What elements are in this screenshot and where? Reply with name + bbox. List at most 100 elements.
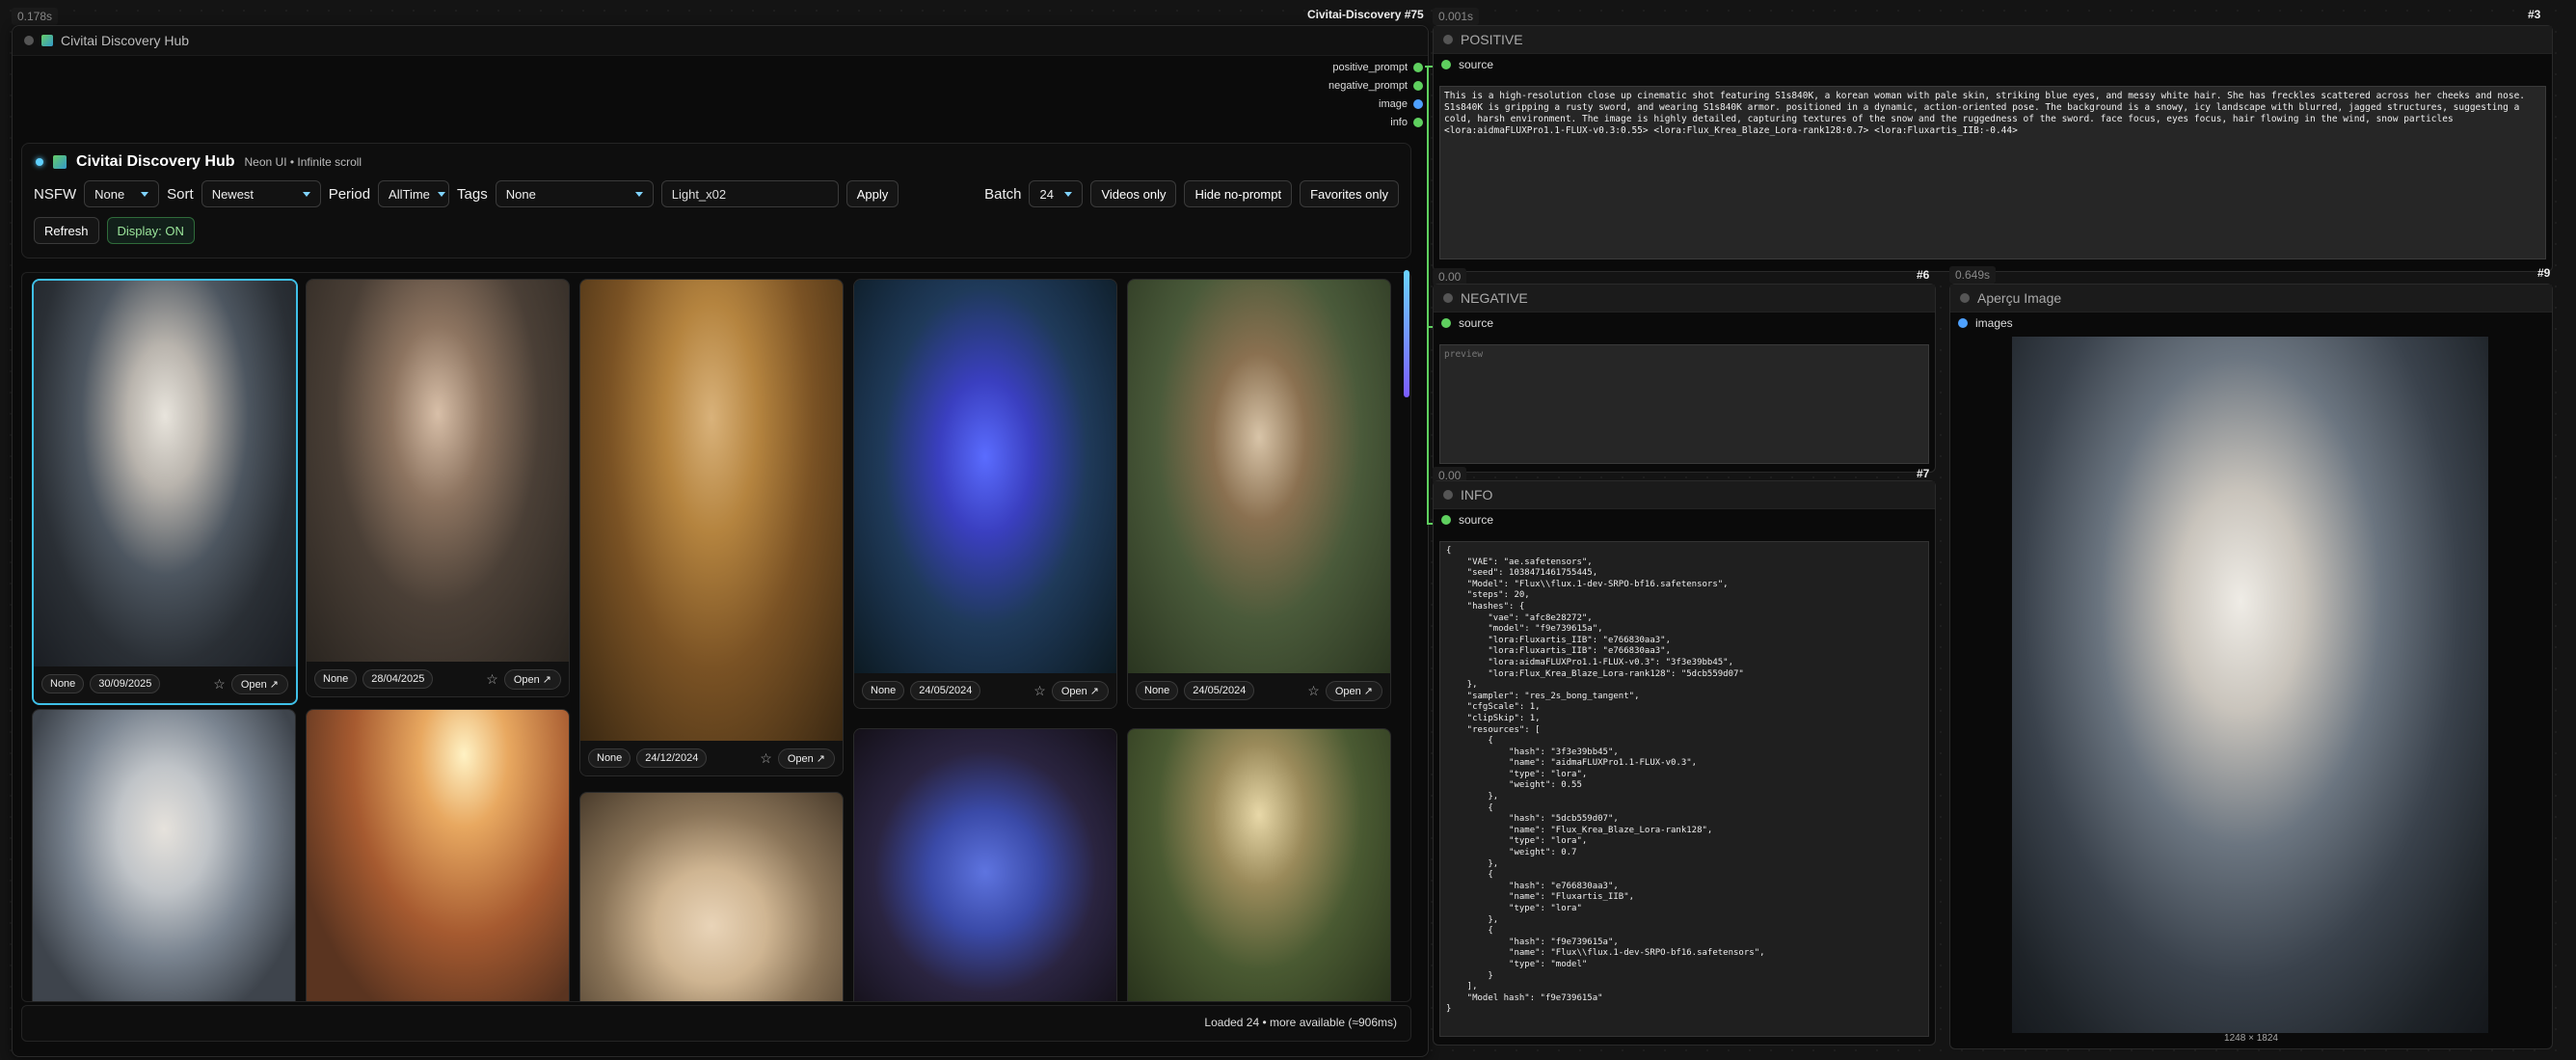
grid-scrollbar[interactable] [1404,270,1409,397]
refresh-button[interactable]: Refresh [34,217,99,244]
preview-image[interactable] [2012,337,2488,1033]
star-icon[interactable]: ☆ [213,676,226,693]
batch-label: Batch [984,185,1022,203]
apply-button[interactable]: Apply [845,180,899,207]
image-card[interactable] [306,709,570,1001]
nsfw-badge: None [314,669,358,689]
favorites-only-button[interactable]: Favorites only [1300,180,1399,207]
hide-no-prompt-button[interactable]: Hide no-prompt [1184,180,1293,207]
input-socket-icon[interactable] [1441,60,1451,69]
image-card[interactable]: None 24/12/2024 ☆ Open ↗ [579,279,844,776]
output-positive-prompt[interactable]: positive_prompt [1273,58,1423,76]
image-card[interactable] [853,728,1117,1001]
info-node[interactable]: INFO source { "VAE": "ae.safetensors", "… [1433,480,1936,1046]
info-node-title: INFO [1461,487,1493,503]
main-node-badge: Civitai-Discovery #75 [1307,8,1424,21]
period-label: Period [328,185,371,203]
negative-node[interactable]: NEGATIVE source preview [1433,284,1936,473]
chevron-down-icon [141,191,149,197]
open-button[interactable]: Open ↗ [777,747,835,769]
chevron-down-icon [437,191,445,197]
tags-label: Tags [457,185,488,203]
hub-subtitle: Neon UI • Infinite scroll [244,155,362,169]
image-card[interactable]: None 24/05/2024 ☆ Open ↗ [1127,279,1391,709]
input-socket-icon[interactable] [1958,318,1968,328]
info-json-textarea[interactable]: { "VAE": "ae.safetensors", "seed": 10384… [1439,541,1929,1037]
main-node-title: Civitai Discovery Hub [61,33,190,48]
star-icon[interactable]: ☆ [760,750,772,767]
card-thumbnail[interactable] [307,710,569,1001]
card-thumbnail[interactable] [580,280,843,741]
batch-select[interactable]: 24 [1029,180,1084,207]
negative-node-title: NEGATIVE [1461,290,1528,306]
open-button[interactable]: Open ↗ [1325,680,1382,701]
positive-prompt-textarea[interactable]: This is a high-resolution close up cinem… [1439,86,2546,259]
preview-timing: 0.649s [1949,266,1997,284]
image-card[interactable]: None 28/04/2025 ☆ Open ↗ [306,279,570,697]
status-text: Loaded 24 • more available (≈906ms) [1204,1016,1397,1029]
preview-input-label: images [1975,316,2013,330]
positive-node[interactable]: POSITIVE source This is a high-resolutio… [1433,25,2553,272]
card-thumbnail[interactable] [1128,729,1390,1001]
node-collapse-dot[interactable] [24,36,34,45]
hub-panel: Civitai Discovery Hub Neon UI • Infinite… [21,143,1411,258]
output-image[interactable]: image [1273,95,1423,113]
main-node-header[interactable]: Civitai Discovery Hub [13,26,1428,56]
card-thumbnail[interactable] [34,281,296,666]
image-grid[interactable]: None 30/09/2025 ☆ Open ↗ None 28/04/2025… [21,272,1411,1002]
date-badge: 28/04/2025 [362,669,434,689]
display-toggle[interactable]: Display: ON [106,217,195,244]
preview-node[interactable]: Aperçu Image images 1248 × 1824 [1949,284,2553,1049]
input-socket-icon[interactable] [1441,515,1451,525]
node-collapse-dot[interactable] [1443,293,1453,303]
open-button[interactable]: Open ↗ [230,673,288,694]
image-card[interactable] [32,709,296,1001]
output-socket-icon [1413,98,1423,109]
tags-select[interactable]: None [495,180,654,207]
image-card[interactable]: None 24/05/2024 ☆ Open ↗ [853,279,1117,709]
nsfw-select[interactable]: None [84,180,160,207]
info-source-label: source [1459,513,1494,527]
period-select[interactable]: AllTime [378,180,450,207]
output-socket-icon [1413,80,1423,91]
nsfw-label: NSFW [34,185,77,203]
videos-only-button[interactable]: Videos only [1090,180,1177,207]
node-collapse-dot[interactable] [1443,35,1453,44]
card-thumbnail[interactable] [854,280,1116,673]
info-node-badge: #7 [1917,467,1930,480]
neon-dot-icon [36,158,43,166]
node-icon [41,35,53,46]
open-button[interactable]: Open ↗ [1051,680,1109,701]
card-thumbnail[interactable] [33,710,295,1001]
card-thumbnail[interactable] [1128,280,1390,673]
node-collapse-dot[interactable] [1443,490,1453,500]
star-icon[interactable]: ☆ [1033,683,1046,699]
output-negative-prompt[interactable]: negative_prompt [1273,76,1423,95]
card-thumbnail[interactable] [854,729,1116,1001]
date-badge: 30/09/2025 [90,674,161,693]
star-icon[interactable]: ☆ [1307,683,1320,699]
card-thumbnail[interactable] [307,280,569,662]
search-input[interactable]: Light_x02 [660,180,839,207]
chevron-down-icon [634,191,643,197]
output-info[interactable]: info [1273,113,1423,131]
positive-node-badge: #3 [2528,8,2541,21]
preview-node-title: Aperçu Image [1977,290,2062,306]
open-button[interactable]: Open ↗ [503,668,561,690]
main-node-outputs: positive_prompt negative_prompt image in… [1273,58,1423,131]
output-socket-icon [1413,62,1423,72]
star-icon[interactable]: ☆ [486,671,498,688]
node-collapse-dot[interactable] [1960,293,1970,303]
negative-prompt-textarea[interactable]: preview [1439,344,1929,464]
input-socket-icon[interactable] [1441,318,1451,328]
image-card[interactable] [1127,728,1391,1001]
card-footer: None 24/12/2024 ☆ Open ↗ [580,741,843,775]
status-bar: Loaded 24 • more available (≈906ms) [21,1005,1411,1042]
negative-source-label: source [1459,316,1494,330]
hub-title: Civitai Discovery Hub [76,153,235,170]
sort-select[interactable]: Newest [201,180,321,207]
image-card[interactable] [579,792,844,1001]
card-thumbnail[interactable] [580,793,843,1001]
image-card[interactable]: None 30/09/2025 ☆ Open ↗ [32,279,298,705]
nsfw-badge: None [588,748,631,768]
